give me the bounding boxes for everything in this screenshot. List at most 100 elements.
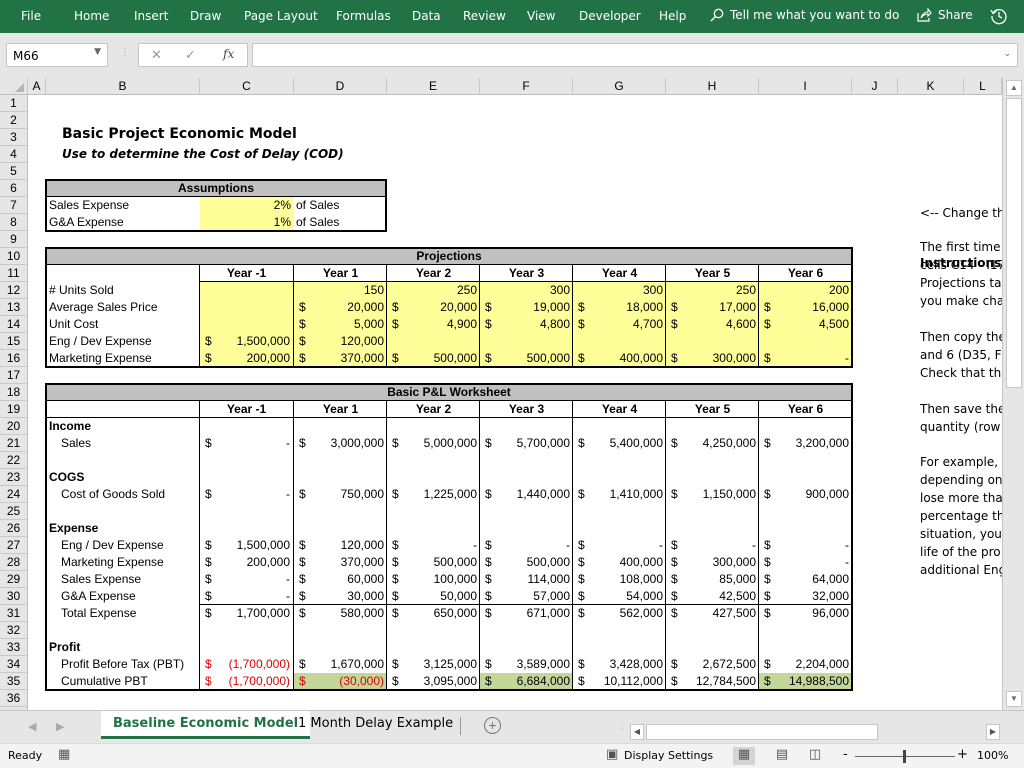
pl-cell[interactable]: 2,672,500 [666,656,759,673]
pl-cell[interactable]: 200,000 [200,554,293,571]
row-header[interactable]: 13 [0,299,27,316]
pl-cell[interactable]: 1,500,000 [200,537,293,554]
name-box[interactable]: M66 ▼ [6,43,108,67]
pl-cell[interactable]: - [573,537,666,554]
tab-scroll-right-icon[interactable]: ▶ [56,720,64,733]
column-header-i[interactable]: I [759,78,852,95]
row-header[interactable]: 10 [0,248,27,265]
row-header[interactable]: 7 [0,197,27,214]
row-header[interactable]: 16 [0,350,27,367]
column-header-j[interactable]: J [852,78,898,95]
projection-cell[interactable]: 17,000 [666,299,759,316]
tab-home[interactable]: Home [74,9,109,23]
tab-formulas[interactable]: Formulas [336,9,391,23]
pl-cell[interactable]: 1,700,000 [200,605,293,622]
pl-cell[interactable]: 60,000 [294,571,387,588]
column-header-h[interactable]: H [666,78,759,95]
share-button[interactable]: Share [917,8,973,22]
projection-cell[interactable]: 120,000 [294,333,387,350]
pl-cell[interactable]: 3,200,000 [759,435,852,452]
tab-scroll-left-icon[interactable]: ◀ [28,720,36,733]
projection-cell[interactable]: 150 [294,282,387,299]
page-layout-view-icon[interactable]: ▤ [771,747,793,765]
scroll-up-icon[interactable]: ▲ [1006,80,1022,96]
pl-cell[interactable]: 96,000 [759,605,852,622]
tab-page-layout[interactable]: Page Layout [244,9,318,23]
pl-cell[interactable]: 120,000 [294,537,387,554]
worksheet-grid[interactable]: Basic Project Economic Model Use to dete… [28,95,1002,710]
pl-cell[interactable]: - [200,588,293,605]
history-icon[interactable] [990,7,1008,25]
select-all-button[interactable] [0,78,28,95]
expand-formula-icon[interactable]: ⌄ [1003,48,1011,59]
pl-cell[interactable]: 650,000 [387,605,480,622]
scroll-down-icon[interactable]: ▼ [1006,691,1022,707]
enter-check-icon[interactable]: ✓ [185,47,196,63]
pl-cell[interactable]: - [200,571,293,588]
row-header[interactable]: 34 [0,656,27,673]
projection-cell[interactable] [200,299,293,316]
tab-insert[interactable]: Insert [134,9,168,23]
projection-cell[interactable]: 4,800 [480,316,573,333]
add-sheet-icon[interactable]: + [484,717,501,734]
assumption-value[interactable]: 1% [200,214,294,231]
column-header-f[interactable]: F [480,78,573,95]
pl-cell[interactable]: 400,000 [573,554,666,571]
pl-cell[interactable]: 30,000 [294,588,387,605]
pl-cell[interactable]: 5,000,000 [387,435,480,452]
tab-view[interactable]: View [527,9,555,23]
row-header[interactable]: 26 [0,520,27,537]
row-header[interactable]: 30 [0,588,27,605]
pl-cell[interactable]: - [759,537,852,554]
zoom-in-icon[interactable]: + [957,747,968,762]
scroll-right-icon[interactable]: ▶ [986,724,1000,740]
pl-cell[interactable]: 562,000 [573,605,666,622]
pl-cell[interactable]: 5,700,000 [480,435,573,452]
pl-cell[interactable]: 108,000 [573,571,666,588]
pl-cell[interactable]: 671,000 [480,605,573,622]
row-header[interactable]: 20 [0,418,27,435]
pl-cell[interactable]: 1,670,000 [294,656,387,673]
horizontal-scroll-thumb[interactable] [646,724,878,740]
row-header[interactable]: 22 [0,452,27,469]
pl-cell[interactable]: 3,095,000 [387,673,480,690]
cancel-icon[interactable]: ✕ [151,47,162,63]
row-header[interactable]: 24 [0,486,27,503]
pl-cell[interactable]: - [666,537,759,554]
pl-cell[interactable]: - [200,435,293,452]
pl-cell[interactable]: 3,589,000 [480,656,573,673]
pl-cell[interactable]: 32,000 [759,588,852,605]
column-header-d[interactable]: D [294,78,387,95]
row-header[interactable]: 23 [0,469,27,486]
row-header[interactable]: 4 [0,146,27,163]
projection-cell[interactable]: 4,500 [759,316,852,333]
pl-cell[interactable]: - [200,486,293,503]
row-header[interactable]: 31 [0,605,27,622]
row-header[interactable]: 18 [0,384,27,401]
chevron-down-icon[interactable]: ▼ [94,47,101,57]
projection-cell[interactable] [200,316,293,333]
pl-cell[interactable]: 3,125,000 [387,656,480,673]
pl-cell[interactable]: 3,000,000 [294,435,387,452]
horizontal-scrollbar[interactable]: ◀ ▶ [630,724,1004,740]
tab-data[interactable]: Data [412,9,441,23]
projection-cell[interactable]: 300 [480,282,573,299]
projection-cell[interactable]: 19,000 [480,299,573,316]
row-header[interactable]: 32 [0,622,27,639]
projection-cell[interactable]: 250 [387,282,480,299]
pl-cell[interactable]: 2,204,000 [759,656,852,673]
resize-handle-icon[interactable]: ⋮ [617,720,627,731]
page-break-view-icon[interactable]: ◫ [804,747,826,765]
row-header[interactable]: 28 [0,554,27,571]
pl-cell[interactable]: 54,000 [573,588,666,605]
row-header[interactable]: 14 [0,316,27,333]
macro-record-icon[interactable]: ▦ [58,747,70,762]
pl-cell[interactable]: 42,500 [666,588,759,605]
row-header[interactable]: 36 [0,690,27,707]
assumption-value[interactable]: 2% [200,197,294,214]
column-header-k[interactable]: K [898,78,964,95]
pl-cell[interactable]: - [480,537,573,554]
row-header[interactable]: 1 [0,95,27,112]
pl-cell[interactable]: 1,440,000 [480,486,573,503]
column-header-a[interactable]: A [28,78,46,95]
